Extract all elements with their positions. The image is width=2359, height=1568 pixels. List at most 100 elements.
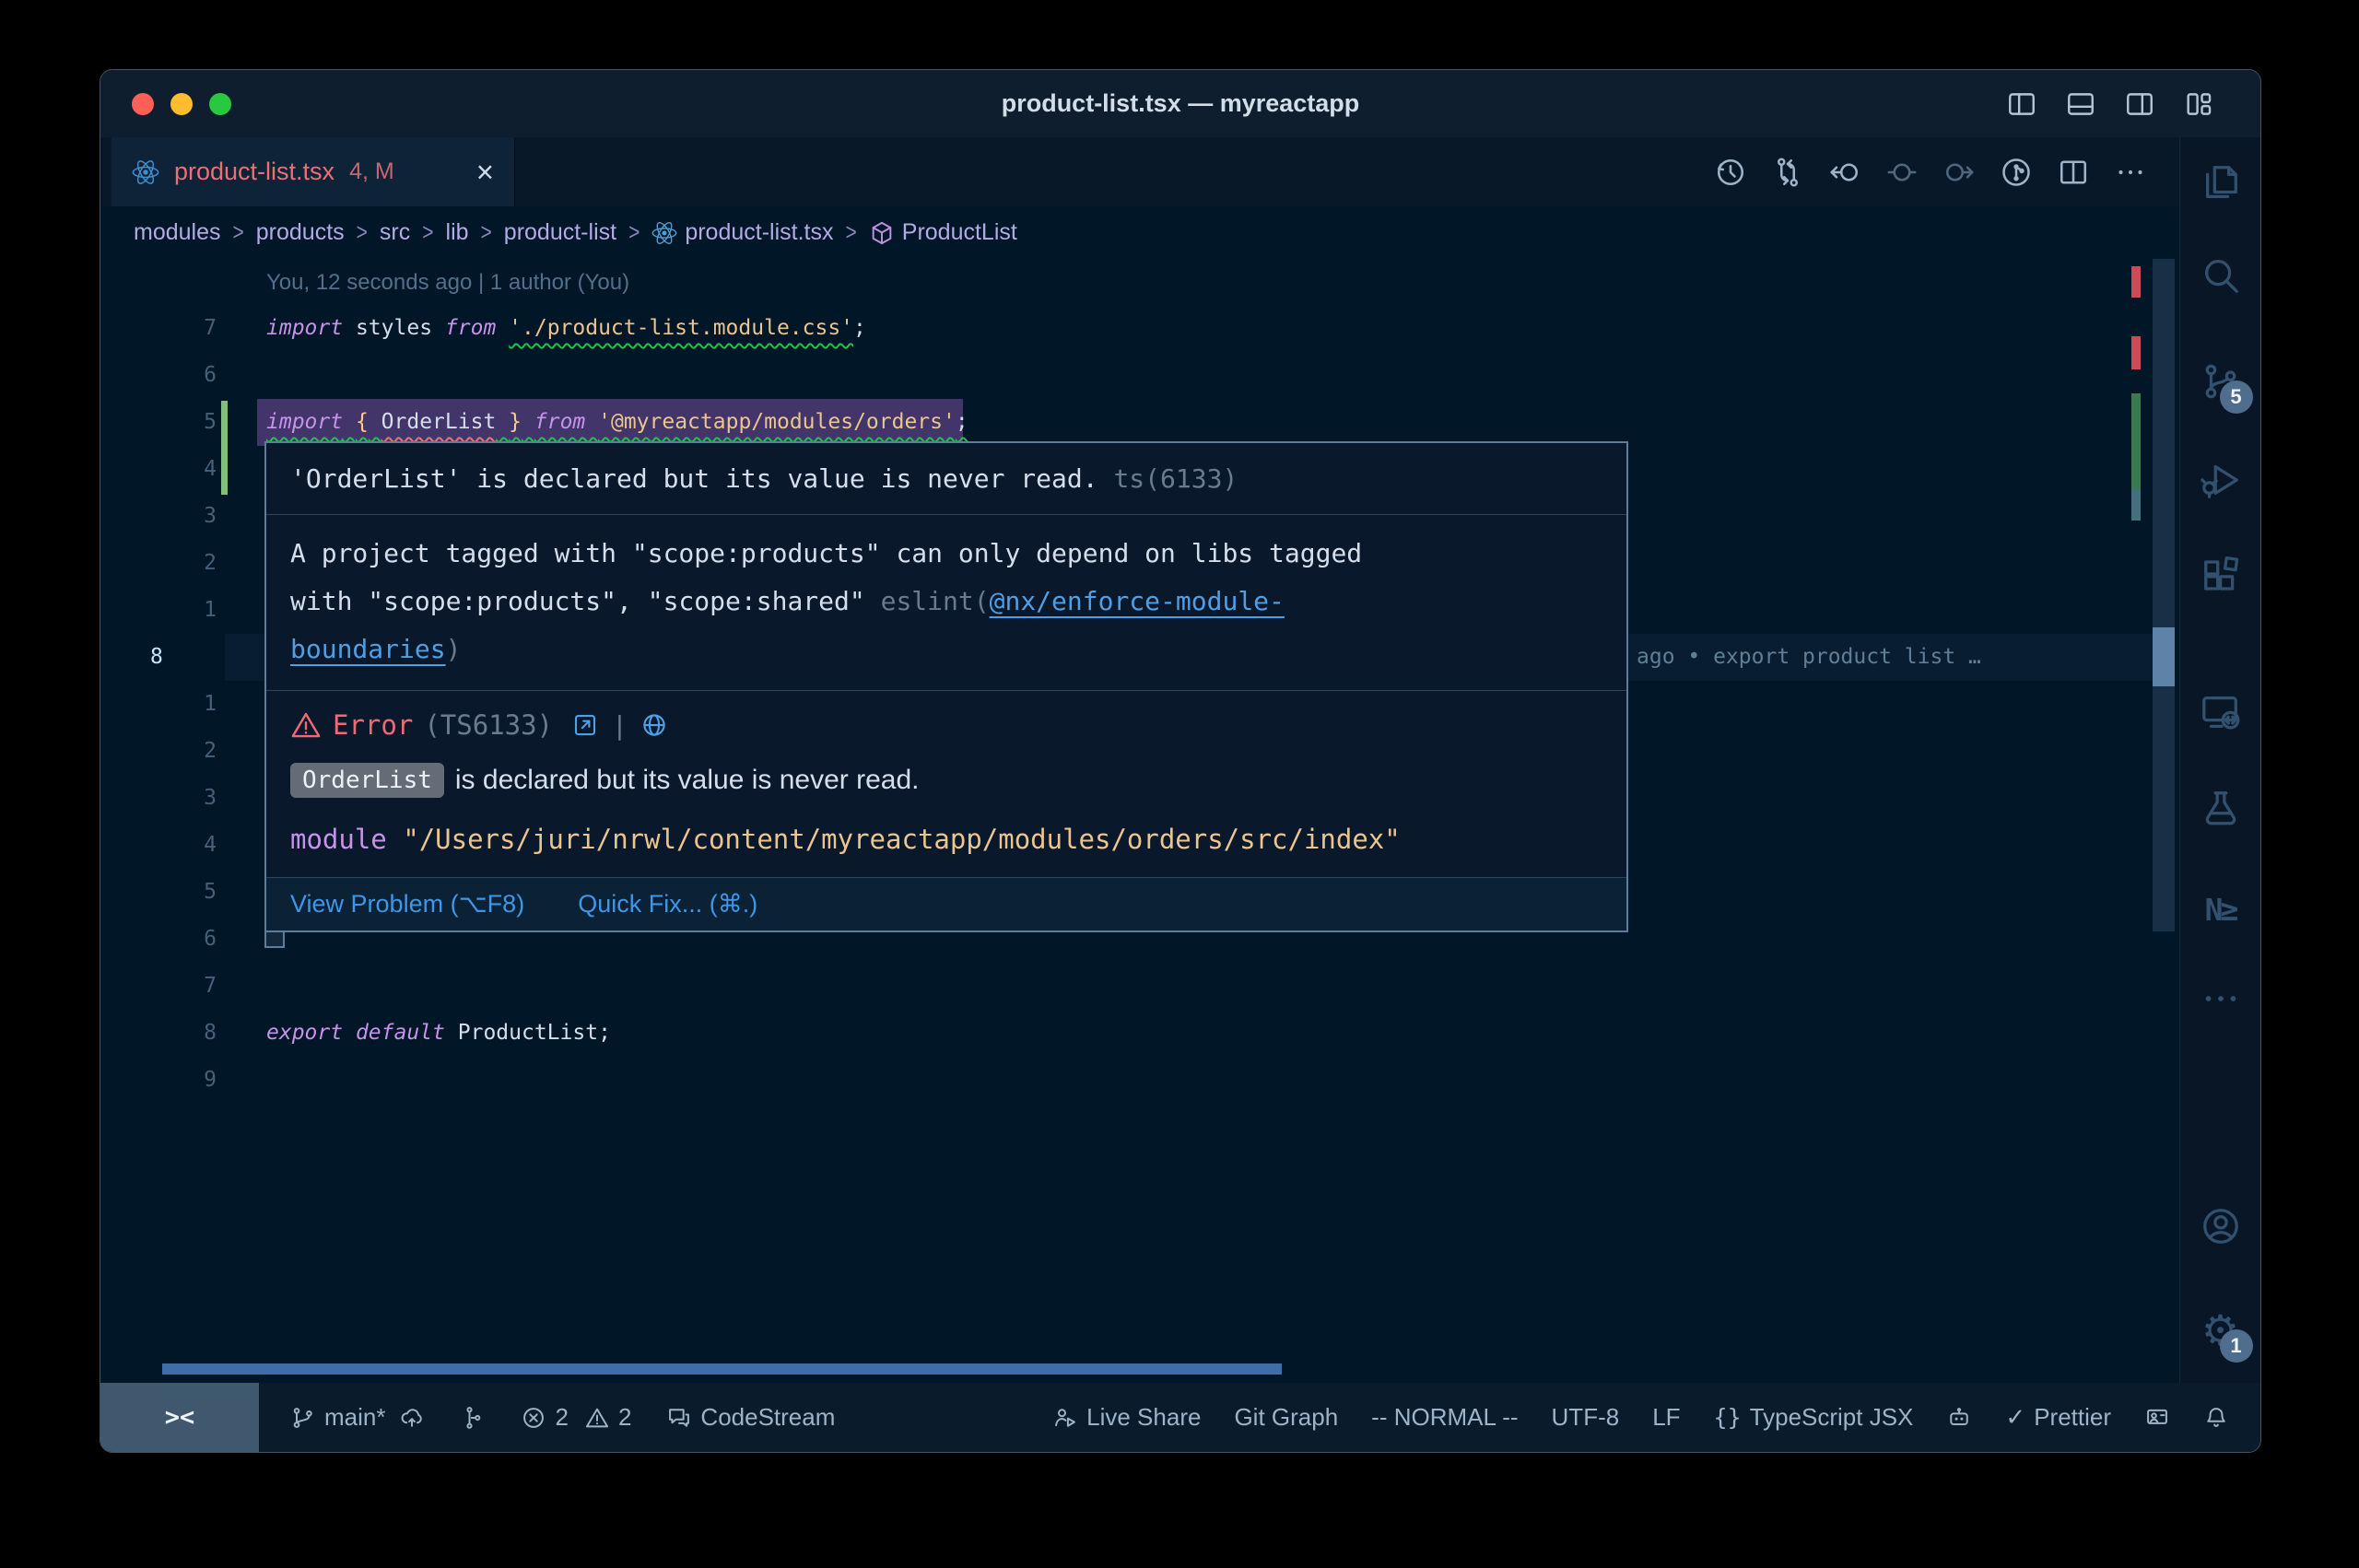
- sidebar-item-testing[interactable]: [2200, 788, 2242, 830]
- current-change-icon[interactable]: [1885, 156, 1919, 189]
- gutter-line-number: 1: [100, 587, 217, 634]
- breadcrumb-item-src[interactable]: src: [380, 219, 410, 246]
- overview-info-mark: [2131, 489, 2141, 521]
- tooltip-actions: View Problem (⌥F8) Quick Fix... (⌘.): [266, 878, 1626, 930]
- sidebar-item-extensions[interactable]: [2200, 554, 2242, 596]
- code-editor[interactable]: 7 6 5 4 3 2 1 8 1 2 3 4 5 6 7 8 9 You, 1…: [100, 259, 2180, 1383]
- toggle-primary-sidebar-icon[interactable]: [2006, 88, 2037, 120]
- copilot-icon-button[interactable]: [1946, 1405, 1972, 1431]
- editor-actions: [1714, 137, 2180, 206]
- tab-product-list[interactable]: product-list.tsx 4, M ×: [111, 137, 515, 206]
- gutter-line-number: 4: [100, 446, 217, 493]
- customize-layout-icon[interactable]: [2183, 88, 2214, 120]
- compare-changes-icon[interactable]: [1771, 156, 1804, 189]
- gitlens-blame-annotation: You, 12 seconds ago | 1 author (You): [266, 259, 629, 306]
- branch-button[interactable]: main*: [290, 1403, 425, 1432]
- gutter-line-number-active: 8: [100, 634, 217, 681]
- eslint-rule-link[interactable]: boundaries: [290, 634, 446, 664]
- severity-label: Error: [333, 709, 413, 741]
- gutter-line-number: 9: [100, 1057, 217, 1104]
- codestream-button[interactable]: CodeStream: [666, 1403, 835, 1432]
- problems-button[interactable]: 2 2: [521, 1403, 631, 1432]
- feedback-icon-button[interactable]: [2144, 1405, 2170, 1431]
- ts-error-code: ts(6133): [1113, 463, 1238, 494]
- traffic-light-close[interactable]: [132, 93, 154, 115]
- traffic-light-minimize[interactable]: [170, 93, 193, 115]
- open-docs-external-icon[interactable]: [571, 711, 599, 739]
- tooltip-resize-grip[interactable]: [264, 930, 285, 948]
- settings-badge: 1: [2220, 1329, 2253, 1363]
- status-bar: >< main* 2 2: [100, 1383, 2260, 1452]
- view-problem-button[interactable]: View Problem (⌥F8): [290, 890, 524, 919]
- sidebar-item-explorer[interactable]: [2200, 161, 2242, 204]
- horizontal-scrollbar[interactable]: [162, 1363, 1282, 1375]
- breadcrumb-item-file[interactable]: product-list.tsx: [651, 219, 833, 246]
- overview-change-mark: [2131, 393, 2141, 489]
- notifications-bell-button[interactable]: [2203, 1405, 2229, 1431]
- live-share-button[interactable]: Live Share: [1052, 1403, 1201, 1432]
- minimap-slider[interactable]: [2153, 627, 2175, 686]
- breadcrumb-item-modules[interactable]: modules: [134, 219, 221, 246]
- git-branch-icon: [290, 1405, 316, 1431]
- breadcrumb-item-symbol[interactable]: ProductList: [869, 219, 1017, 246]
- sidebar-item-more-views[interactable]: [2200, 977, 2242, 1020]
- sidebar-item-run-debug[interactable]: [2200, 459, 2242, 501]
- settings-gear-icon[interactable]: ⚙ 1: [2200, 1309, 2242, 1352]
- breadcrumb-item-lib[interactable]: lib: [446, 219, 469, 246]
- vim-mode-indicator[interactable]: -- NORMAL --: [1371, 1403, 1518, 1432]
- sidebar-item-nx-console[interactable]: N≥: [2200, 889, 2242, 931]
- gutter-line-number: 6: [100, 352, 217, 399]
- tooltip-error-detail: Error(TS6133) | OrderList is declared bu…: [266, 691, 1626, 878]
- sidebar-item-remote-explorer[interactable]: [2200, 691, 2242, 733]
- prettier-button[interactable]: ✓ Prettier: [2005, 1403, 2111, 1432]
- remote-indicator[interactable]: ><: [100, 1383, 259, 1452]
- commit-graph-icon[interactable]: [2000, 156, 2033, 189]
- previous-change-icon[interactable]: [1828, 156, 1861, 189]
- timeline-icon[interactable]: [1714, 156, 1747, 189]
- gutter-line-number: 2: [100, 728, 217, 775]
- sidebar-item-source-control[interactable]: 5: [2200, 360, 2242, 403]
- gutter-line-number: 7: [100, 963, 217, 1010]
- gutter-line-number: 3: [100, 493, 217, 540]
- globe-icon[interactable]: [640, 711, 668, 739]
- toggle-panel-icon[interactable]: [2065, 88, 2096, 120]
- eslint-rule-link[interactable]: @nx/enforce-module-: [990, 586, 1285, 616]
- encoding-indicator[interactable]: UTF-8: [1552, 1403, 1620, 1432]
- tab-problems-badge: 4, M: [349, 158, 394, 185]
- git-graph-button[interactable]: Git Graph: [1234, 1403, 1338, 1432]
- gutter-line-number: 5: [100, 399, 217, 446]
- code-line-export-default[interactable]: export default ProductList;: [266, 1010, 611, 1057]
- breadcrumb-separator: >: [481, 219, 492, 247]
- breadcrumb-item-product-list[interactable]: product-list: [504, 219, 616, 246]
- account-icon[interactable]: [2200, 1205, 2242, 1247]
- quick-fix-button[interactable]: Quick Fix... (⌘.): [578, 890, 757, 919]
- code-line-import-orderlist[interactable]: import { OrderList } from '@myreactapp/m…: [266, 399, 968, 446]
- source-control-badge: 5: [2220, 380, 2253, 414]
- window-title: product-list.tsx — myreactapp: [1002, 70, 1360, 137]
- eol-indicator[interactable]: LF: [1652, 1403, 1680, 1432]
- sidebar-item-search[interactable]: [2200, 254, 2242, 297]
- code-line-import-styles[interactable]: import styles from './product-list.modul…: [266, 305, 866, 352]
- vertical-scrollbar[interactable]: [2153, 259, 2175, 931]
- gutter-line-number: 7: [100, 305, 217, 352]
- gutter-line-number: 1: [100, 681, 217, 728]
- live-share-icon: [1052, 1405, 1078, 1431]
- split-editor-icon[interactable]: [2057, 156, 2090, 189]
- toggle-secondary-sidebar-icon[interactable]: [2124, 88, 2155, 120]
- breadcrumb-separator: >: [357, 219, 368, 247]
- check-icon: ✓: [2005, 1403, 2025, 1432]
- gitlens-compare-button[interactable]: [460, 1405, 486, 1431]
- traffic-light-zoom[interactable]: [209, 93, 231, 115]
- tab-close-icon[interactable]: ×: [476, 157, 494, 187]
- next-change-icon[interactable]: [1942, 156, 1976, 189]
- breadcrumb-item-products[interactable]: products: [256, 219, 345, 246]
- desktop-background: product-list.tsx — myreactapp product-li…: [0, 0, 2359, 1568]
- severity-code: (TS6133): [424, 709, 553, 741]
- error-sentence: is declared but its value is never read.: [455, 765, 920, 796]
- gutter-line-number: 3: [100, 775, 217, 822]
- error-count-icon: [521, 1405, 546, 1431]
- more-actions-icon[interactable]: [2114, 156, 2147, 189]
- language-mode-button[interactable]: {} TypeScript JSX: [1714, 1403, 1914, 1432]
- gutter-line-number: 8: [100, 1010, 217, 1057]
- titlebar: product-list.tsx — myreactapp: [100, 70, 2260, 137]
